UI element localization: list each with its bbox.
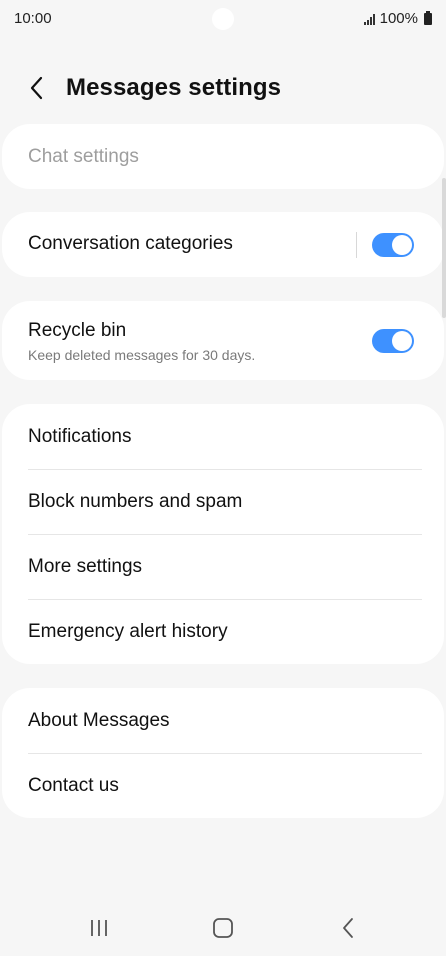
back-arrow-icon — [30, 76, 43, 100]
settings-list-card: Notifications Block numbers and spam Mor… — [2, 404, 444, 664]
app-header: Messages settings — [0, 60, 446, 116]
recycle-bin-toggle[interactable] — [372, 329, 414, 353]
home-icon — [213, 918, 233, 938]
recycle-bin-subtitle: Keep deleted messages for 30 days. — [28, 347, 256, 363]
back-button[interactable] — [22, 72, 54, 104]
recycle-bin-label: Recycle bin — [28, 320, 127, 341]
front-camera-cutout — [212, 8, 234, 30]
conversation-categories-label: Conversation categories — [28, 233, 233, 254]
about-messages-item[interactable]: About Messages — [2, 688, 444, 753]
more-settings-item[interactable]: More settings — [2, 534, 444, 599]
conversation-categories-item[interactable]: Conversation categories — [2, 212, 444, 277]
battery-percentage: 100% — [379, 10, 418, 27]
contact-us-item[interactable]: Contact us — [2, 753, 444, 818]
navigation-bar — [0, 900, 446, 956]
toggle-knob — [392, 331, 412, 351]
block-numbers-label: Block numbers and spam — [28, 491, 243, 512]
about-messages-label: About Messages — [28, 710, 170, 731]
page-title: Messages settings — [66, 74, 282, 101]
chat-settings-item[interactable]: Chat settings — [2, 124, 444, 189]
chat-settings-label: Chat settings — [28, 146, 139, 167]
notifications-item[interactable]: Notifications — [2, 404, 444, 469]
contact-us-label: Contact us — [28, 775, 119, 796]
recent-apps-icon — [91, 920, 107, 936]
recent-apps-button[interactable] — [84, 914, 114, 942]
signal-icon — [363, 13, 375, 25]
toggle-knob — [392, 235, 412, 255]
nav-back-icon — [343, 918, 353, 938]
more-settings-label: More settings — [28, 556, 143, 577]
status-indicators: 100% — [363, 10, 432, 27]
chat-settings-card: Chat settings — [2, 124, 444, 189]
scrollbar[interactable] — [442, 178, 446, 318]
home-button[interactable] — [208, 914, 238, 942]
notifications-label: Notifications — [28, 426, 132, 447]
conversation-categories-toggle[interactable] — [372, 233, 414, 257]
block-numbers-item[interactable]: Block numbers and spam — [2, 469, 444, 534]
nav-back-button[interactable] — [334, 914, 364, 942]
status-bar: 10:00 100% — [0, 0, 446, 40]
battery-icon — [424, 10, 432, 25]
recycle-bin-item[interactable]: Recycle bin Keep deleted messages for 30… — [2, 301, 444, 380]
status-time: 10:00 — [14, 10, 52, 27]
item-divider — [356, 232, 357, 258]
emergency-alert-history-label: Emergency alert history — [28, 621, 228, 642]
emergency-alert-history-item[interactable]: Emergency alert history — [2, 599, 444, 664]
recycle-bin-card: Recycle bin Keep deleted messages for 30… — [2, 301, 444, 380]
conversation-categories-card: Conversation categories — [2, 212, 444, 277]
about-list-card: About Messages Contact us — [2, 688, 444, 818]
